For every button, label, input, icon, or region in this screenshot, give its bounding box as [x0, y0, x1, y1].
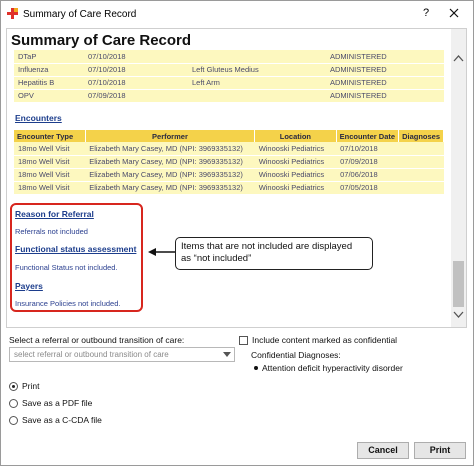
payers-link[interactable]: Payers: [15, 281, 43, 291]
callout-line: as “not included”: [181, 253, 252, 264]
immunization-vaccine: Influenza: [14, 63, 84, 77]
encounter-location: Winooski Pediatrics: [254, 142, 337, 156]
encounter-diagnoses: [398, 142, 444, 156]
referral-select-placeholder: select referral or outbound transition o…: [14, 350, 169, 359]
immunization-date: 07/09/2018: [84, 89, 188, 103]
help-button[interactable]: ?: [419, 6, 433, 20]
encounter-diagnoses: [398, 155, 444, 169]
bullet-icon: [254, 366, 258, 370]
vertical-scrollbar[interactable]: [451, 29, 466, 327]
encounter-date: 07/05/2018: [336, 181, 399, 195]
summary-of-care-dialog: Summary of Care Record ? Summary of Care…: [0, 0, 474, 466]
table-row: Influenza 07/10/2018 Left Gluteus Medius…: [14, 63, 444, 77]
column-header: Performer: [85, 130, 256, 142]
functional-status-link[interactable]: Functional status assessment: [15, 244, 136, 254]
referral-select-label: Select a referral or outbound transition…: [9, 335, 185, 345]
print-option-label: Print: [22, 381, 40, 391]
immunization-site: [188, 89, 326, 103]
callout-line: Items that are not included are displaye…: [181, 241, 353, 252]
title-bar: Summary of Care Record ?: [1, 1, 473, 27]
functional-status-note: Functional Status not included.: [15, 263, 118, 272]
confidential-diagnoses-label: Confidential Diagnoses:: [251, 350, 341, 360]
window-title: Summary of Care Record: [23, 9, 137, 20]
immunization-vaccine: DTaP: [14, 50, 84, 64]
chevron-down-icon[interactable]: [223, 352, 231, 358]
not-included-highlight-box: [10, 203, 143, 312]
immunization-site: Left Gluteus Medius: [188, 63, 326, 77]
encounter-performer: Elizabeth Mary Casey, MD (NPI: 396933513…: [85, 155, 255, 169]
reason-for-referral-note: Referrals not included: [15, 227, 88, 236]
payers-note: Insurance Policies not included.: [15, 299, 121, 308]
record-preview-pane[interactable]: Summary of Care Record DTaP 07/10/2018 A…: [6, 28, 467, 328]
table-row: Hepatitis B 07/10/2018 Left Arm ADMINIST…: [14, 76, 444, 90]
immunizations-table: DTaP 07/10/2018 ADMINISTERED Influenza 0…: [14, 50, 444, 103]
table-row: DTaP 07/10/2018 ADMINISTERED: [14, 50, 444, 64]
encounter-diagnoses: [398, 168, 444, 182]
scroll-down-arrow-icon[interactable]: [453, 311, 464, 319]
column-header: Diagnoses: [398, 130, 444, 142]
immunization-date: 07/10/2018: [84, 63, 188, 77]
encounter-type: 18mo Well Visit: [14, 142, 86, 156]
encounter-location: Winooski Pediatrics: [254, 181, 337, 195]
save-ccda-radio[interactable]: [9, 416, 18, 425]
immunization-vaccine: OPV: [14, 89, 84, 103]
encounter-type: 18mo Well Visit: [14, 155, 86, 169]
scroll-up-arrow-icon[interactable]: [453, 54, 464, 62]
table-row: 18mo Well Visit Elizabeth Mary Casey, MD…: [14, 155, 444, 169]
confidential-diagnosis-item: Attention deficit hyperactivity disorder: [262, 363, 403, 373]
immunization-date: 07/10/2018: [84, 50, 188, 64]
immunization-date: 07/10/2018: [84, 76, 188, 90]
encounters-table: Encounter Type Performer Location Encoun…: [14, 130, 444, 195]
immunization-site: [188, 50, 326, 64]
immunization-status: ADMINISTERED: [326, 50, 444, 64]
encounter-performer: Elizabeth Mary Casey, MD (NPI: 396933513…: [85, 142, 255, 156]
print-radio[interactable]: [9, 382, 18, 391]
column-header: Encounter Type: [14, 130, 86, 142]
encounter-type: 18mo Well Visit: [14, 181, 86, 195]
close-icon[interactable]: [447, 6, 461, 20]
encounter-date: 07/06/2018: [336, 168, 399, 182]
table-row: OPV 07/09/2018 ADMINISTERED: [14, 89, 444, 103]
encounters-heading-link[interactable]: Encounters: [15, 113, 62, 123]
table-header-row: Encounter Type Performer Location Encoun…: [14, 130, 444, 142]
immunization-status: ADMINISTERED: [326, 63, 444, 77]
annotation-callout: Items that are not included are displaye…: [175, 237, 373, 270]
save-ccda-option-label: Save as a C-CDA file: [22, 415, 102, 425]
callout-arrow-icon: [148, 248, 176, 256]
print-button[interactable]: Print: [414, 442, 466, 459]
include-confidential-checkbox[interactable]: [239, 336, 248, 345]
reason-for-referral-link[interactable]: Reason for Referral: [15, 209, 94, 219]
scrollbar-thumb[interactable]: [453, 261, 464, 307]
encounter-date: 07/09/2018: [336, 155, 399, 169]
immunization-status: ADMINISTERED: [326, 89, 444, 103]
immunization-site: Left Arm: [188, 76, 326, 90]
table-row: 18mo Well Visit Elizabeth Mary Casey, MD…: [14, 181, 444, 195]
save-pdf-option-label: Save as a PDF file: [22, 398, 93, 408]
column-header: Encounter Date: [336, 130, 400, 142]
encounter-diagnoses: [398, 181, 444, 195]
encounter-location: Winooski Pediatrics: [254, 168, 337, 182]
encounter-performer: Elizabeth Mary Casey, MD (NPI: 396933513…: [85, 168, 255, 182]
referral-select[interactable]: select referral or outbound transition o…: [9, 347, 235, 362]
immunization-vaccine: Hepatitis B: [14, 76, 84, 90]
include-confidential-label: Include content marked as confidential: [252, 335, 398, 345]
table-row: 18mo Well Visit Elizabeth Mary Casey, MD…: [14, 168, 444, 182]
encounter-type: 18mo Well Visit: [14, 168, 86, 182]
record-title: Summary of Care Record: [11, 32, 192, 49]
app-logo-icon: [7, 8, 18, 19]
encounter-date: 07/10/2018: [336, 142, 399, 156]
immunization-status: ADMINISTERED: [326, 76, 444, 90]
encounter-location: Winooski Pediatrics: [254, 155, 337, 169]
encounter-performer: Elizabeth Mary Casey, MD (NPI: 396933513…: [85, 181, 255, 195]
save-pdf-radio[interactable]: [9, 399, 18, 408]
table-row: 18mo Well Visit Elizabeth Mary Casey, MD…: [14, 142, 444, 156]
cancel-button[interactable]: Cancel: [357, 442, 409, 459]
column-header: Location: [254, 130, 337, 142]
